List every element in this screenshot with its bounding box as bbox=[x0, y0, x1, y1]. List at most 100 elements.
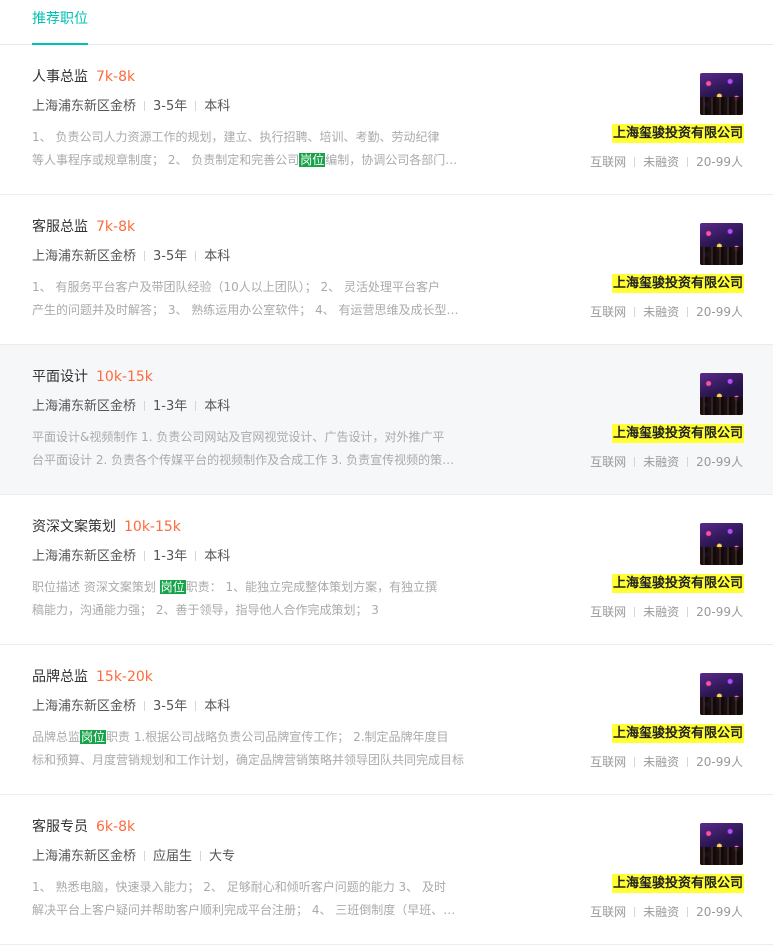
job-title[interactable]: 资深文案策划 bbox=[32, 519, 116, 535]
description-text: 编制，协调公司各部门有效地开发和利用人力 bbox=[325, 153, 464, 167]
job-description: 1、 有服务平台客户及带团队经验（10人以上团队）； 2、 灵活处理平台客户 产… bbox=[32, 276, 464, 322]
job-meta: 上海浦东新区金桥 3-5年 本科 bbox=[32, 97, 230, 117]
job-meta: 上海浦东新区金桥 3-5年 本科 bbox=[32, 697, 230, 717]
job-salary: 10k-15k bbox=[96, 369, 153, 385]
company-funding: 未融资 bbox=[643, 905, 680, 919]
company-industry: 互联网 bbox=[590, 605, 627, 619]
company-funding: 未融资 bbox=[643, 155, 680, 169]
job-salary: 10k-15k bbox=[124, 519, 181, 535]
company-name[interactable]: 上海玺骏投资有限公司 bbox=[611, 124, 744, 143]
job-title[interactable]: 平面设计 bbox=[32, 369, 88, 385]
company-size: 20-99人 bbox=[696, 455, 743, 469]
company-info: 互联网 未融资 20-99人 bbox=[590, 453, 743, 471]
job-card[interactable]: 人事总监 7k-8k 上海浦东新区金桥 3-5年 本科 1、 负责公司人力资源工作的规… bbox=[0, 45, 773, 195]
tab-recommended-jobs[interactable]: 推荐职位 bbox=[32, 0, 88, 45]
job-card[interactable]: 客服专员 6k-8k 上海浦东新区金桥 应届生 大专 1、 熟悉电脑，快速录入能力； … bbox=[0, 795, 773, 945]
divider bbox=[195, 101, 197, 111]
company-name[interactable]: 上海玺骏投资有限公司 bbox=[611, 424, 744, 443]
divider bbox=[634, 907, 636, 917]
company-logo[interactable] bbox=[700, 223, 743, 265]
divider bbox=[634, 607, 636, 617]
company-info: 互联网 未融资 20-99人 bbox=[590, 753, 743, 771]
company-name[interactable]: 上海玺骏投资有限公司 bbox=[611, 274, 744, 293]
job-card[interactable]: 平面设计 10k-15k 上海浦东新区金桥 1-3年 本科 平面设计&视频制作 1. … bbox=[0, 345, 773, 495]
company-name[interactable]: 上海玺骏投资有限公司 bbox=[611, 724, 744, 743]
divider bbox=[687, 157, 689, 167]
job-experience: 1-3年 bbox=[153, 399, 188, 414]
keyword-highlight: 岗位 bbox=[159, 580, 186, 594]
job-title-row: 客服总监 7k-8k bbox=[32, 216, 135, 236]
divider bbox=[634, 757, 636, 767]
job-description-line: 1、 负责公司人力资源工作的规划，建立、执行招聘、培训、考勤、劳动纪律 bbox=[32, 126, 464, 149]
company-info: 互联网 未融资 20-99人 bbox=[590, 903, 743, 921]
job-location: 上海浦东新区金桥 bbox=[32, 249, 137, 264]
divider bbox=[200, 851, 202, 861]
divider bbox=[195, 251, 197, 261]
job-description: 1、 负责公司人力资源工作的规划，建立、执行招聘、培训、考勤、劳动纪律 等人事程… bbox=[32, 126, 464, 172]
job-title-row: 品牌总监 15k-20k bbox=[32, 666, 153, 686]
job-description-line: 1、 有服务平台客户及带团队经验（10人以上团队）； 2、 灵活处理平台客户 bbox=[32, 276, 464, 299]
company-size: 20-99人 bbox=[696, 155, 743, 169]
divider bbox=[687, 457, 689, 467]
company-name[interactable]: 上海玺骏投资有限公司 bbox=[611, 874, 744, 893]
job-description-line: 职位描述 资深文案策划 岗位职责： 1、能独立完成整体策划方案，有独立撰 bbox=[32, 576, 464, 599]
company-funding: 未融资 bbox=[643, 455, 680, 469]
job-description: 1、 熟悉电脑，快速录入能力； 2、 足够耐心和倾听客户问题的能力 3、 及时 … bbox=[32, 876, 464, 922]
job-title[interactable]: 客服总监 bbox=[32, 219, 88, 235]
job-description-line: 标和预算、月度营销规划和工作计划，确定品牌营销策略并领导团队共同完成目标 bbox=[32, 749, 464, 772]
job-salary: 7k-8k bbox=[96, 69, 136, 85]
description-text: 1、 负责公司人力资源工作的规划，建立、执行招聘、培训、考勤、劳动纪律 bbox=[32, 130, 440, 144]
job-description-line: 品牌总监岗位职责 1.根据公司战略负责公司品牌宣传工作； 2.制定品牌年度目 bbox=[32, 726, 464, 749]
job-meta: 上海浦东新区金桥 1-3年 本科 bbox=[32, 547, 230, 567]
job-title-row: 平面设计 10k-15k bbox=[32, 366, 153, 386]
description-text: 职位描述 资深文案策划 bbox=[32, 580, 160, 594]
company-info: 互联网 未融资 20-99人 bbox=[590, 153, 743, 171]
company-logo[interactable] bbox=[700, 523, 743, 565]
company-logo[interactable] bbox=[700, 823, 743, 865]
tab-bar: 推荐职位 bbox=[0, 0, 773, 45]
job-title[interactable]: 人事总监 bbox=[32, 69, 88, 85]
job-description-line: 台平面设计 2. 负责各个传媒平台的视频制作及合成工作 3. 负责宣传视频的策划… bbox=[32, 449, 464, 472]
job-description-line: 等人事程序或规章制度； 2、 负责制定和完善公司岗位编制，协调公司各部门有效地开… bbox=[32, 149, 464, 172]
job-description-line: 平面设计&视频制作 1. 负责公司网站及官网视觉设计、广告设计，对外推广平 bbox=[32, 426, 464, 449]
description-text: 职责 1.根据公司战略负责公司品牌宣传工作； 2.制定品牌年度目 bbox=[106, 730, 449, 744]
job-meta: 上海浦东新区金桥 1-3年 本科 bbox=[32, 397, 230, 417]
company-logo-image bbox=[700, 847, 743, 865]
job-card[interactable]: 客服总监 7k-8k 上海浦东新区金桥 3-5年 本科 1、 有服务平台客户及带团队经… bbox=[0, 195, 773, 345]
description-text: 标和预算、月度营销规划和工作计划，确定品牌营销策略并领导团队共同完成目标 bbox=[32, 753, 464, 767]
divider bbox=[144, 701, 146, 711]
company-logo[interactable] bbox=[700, 673, 743, 715]
company-logo-image bbox=[700, 397, 743, 415]
job-salary: 15k-20k bbox=[96, 669, 153, 685]
job-title-row: 资深文案策划 10k-15k bbox=[32, 516, 181, 536]
description-text: 品牌总监 bbox=[32, 730, 81, 744]
job-description-line: 产生的问题并及时解答； 3、 熟练运用办公室软件； 4、 有运营思维及成长型思维 bbox=[32, 299, 464, 322]
divider bbox=[687, 307, 689, 317]
company-funding: 未融资 bbox=[643, 605, 680, 619]
keyword-highlight: 岗位 bbox=[299, 153, 326, 167]
description-text: 解决平台上客户疑问并帮助客户顺利完成平台注册； 4、 三班倒制度（早班、中班） bbox=[32, 903, 464, 917]
job-card[interactable]: 品牌总监 15k-20k 上海浦东新区金桥 3-5年 本科 品牌总监岗位职责 1.根据… bbox=[0, 645, 773, 795]
job-description-line: 稿能力，沟通能力强； 2、善于领导，指导他人合作完成策划； 3 bbox=[32, 599, 464, 622]
job-experience: 3-5年 bbox=[153, 99, 188, 114]
company-logo-image bbox=[700, 247, 743, 265]
description-text: 1、 有服务平台客户及带团队经验（10人以上团队）； 2、 灵活处理平台客户 bbox=[32, 280, 440, 294]
company-logo[interactable] bbox=[700, 373, 743, 415]
divider bbox=[687, 607, 689, 617]
job-description: 平面设计&视频制作 1. 负责公司网站及官网视觉设计、广告设计，对外推广平 台平… bbox=[32, 426, 464, 472]
job-description-line: 解决平台上客户疑问并帮助客户顺利完成平台注册； 4、 三班倒制度（早班、中班） bbox=[32, 899, 464, 922]
company-name[interactable]: 上海玺骏投资有限公司 bbox=[611, 574, 744, 593]
job-location: 上海浦东新区金桥 bbox=[32, 699, 137, 714]
job-card[interactable]: 资深文案策划 10k-15k 上海浦东新区金桥 1-3年 本科 职位描述 资深文案策划… bbox=[0, 495, 773, 645]
company-logo[interactable] bbox=[700, 73, 743, 115]
divider bbox=[144, 551, 146, 561]
description-text: 稿能力，沟通能力强； 2、善于领导，指导他人合作完成策划； 3 bbox=[32, 603, 379, 617]
job-experience: 3-5年 bbox=[153, 699, 188, 714]
company-logo-image bbox=[700, 97, 743, 115]
job-title[interactable]: 品牌总监 bbox=[32, 669, 88, 685]
job-education: 本科 bbox=[204, 549, 231, 564]
company-info: 互联网 未融资 20-99人 bbox=[590, 603, 743, 621]
divider bbox=[195, 701, 197, 711]
job-title[interactable]: 客服专员 bbox=[32, 819, 88, 835]
keyword-highlight: 岗位 bbox=[80, 730, 107, 744]
